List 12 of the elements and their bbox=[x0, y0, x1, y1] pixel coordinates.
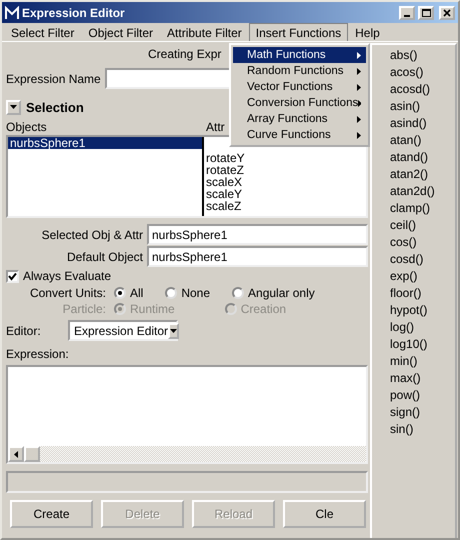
radio-group-label: Particle: bbox=[62, 302, 106, 316]
field-label: Selected Obj & Attr bbox=[40, 228, 143, 242]
window-title: Expression Editor bbox=[22, 6, 126, 20]
list-header: Attr bbox=[206, 120, 225, 134]
field-label: Expression Name bbox=[6, 72, 101, 86]
radio-group-label: Convert Units: bbox=[28, 286, 106, 300]
status-heading: Creating Expr bbox=[148, 47, 222, 61]
list-header: Objects bbox=[6, 120, 48, 134]
field-label: Default Object bbox=[66, 250, 143, 264]
section-title: Selection bbox=[26, 100, 84, 114]
field-label: Editor: bbox=[6, 324, 42, 338]
field-label: Expression: bbox=[6, 347, 70, 361]
